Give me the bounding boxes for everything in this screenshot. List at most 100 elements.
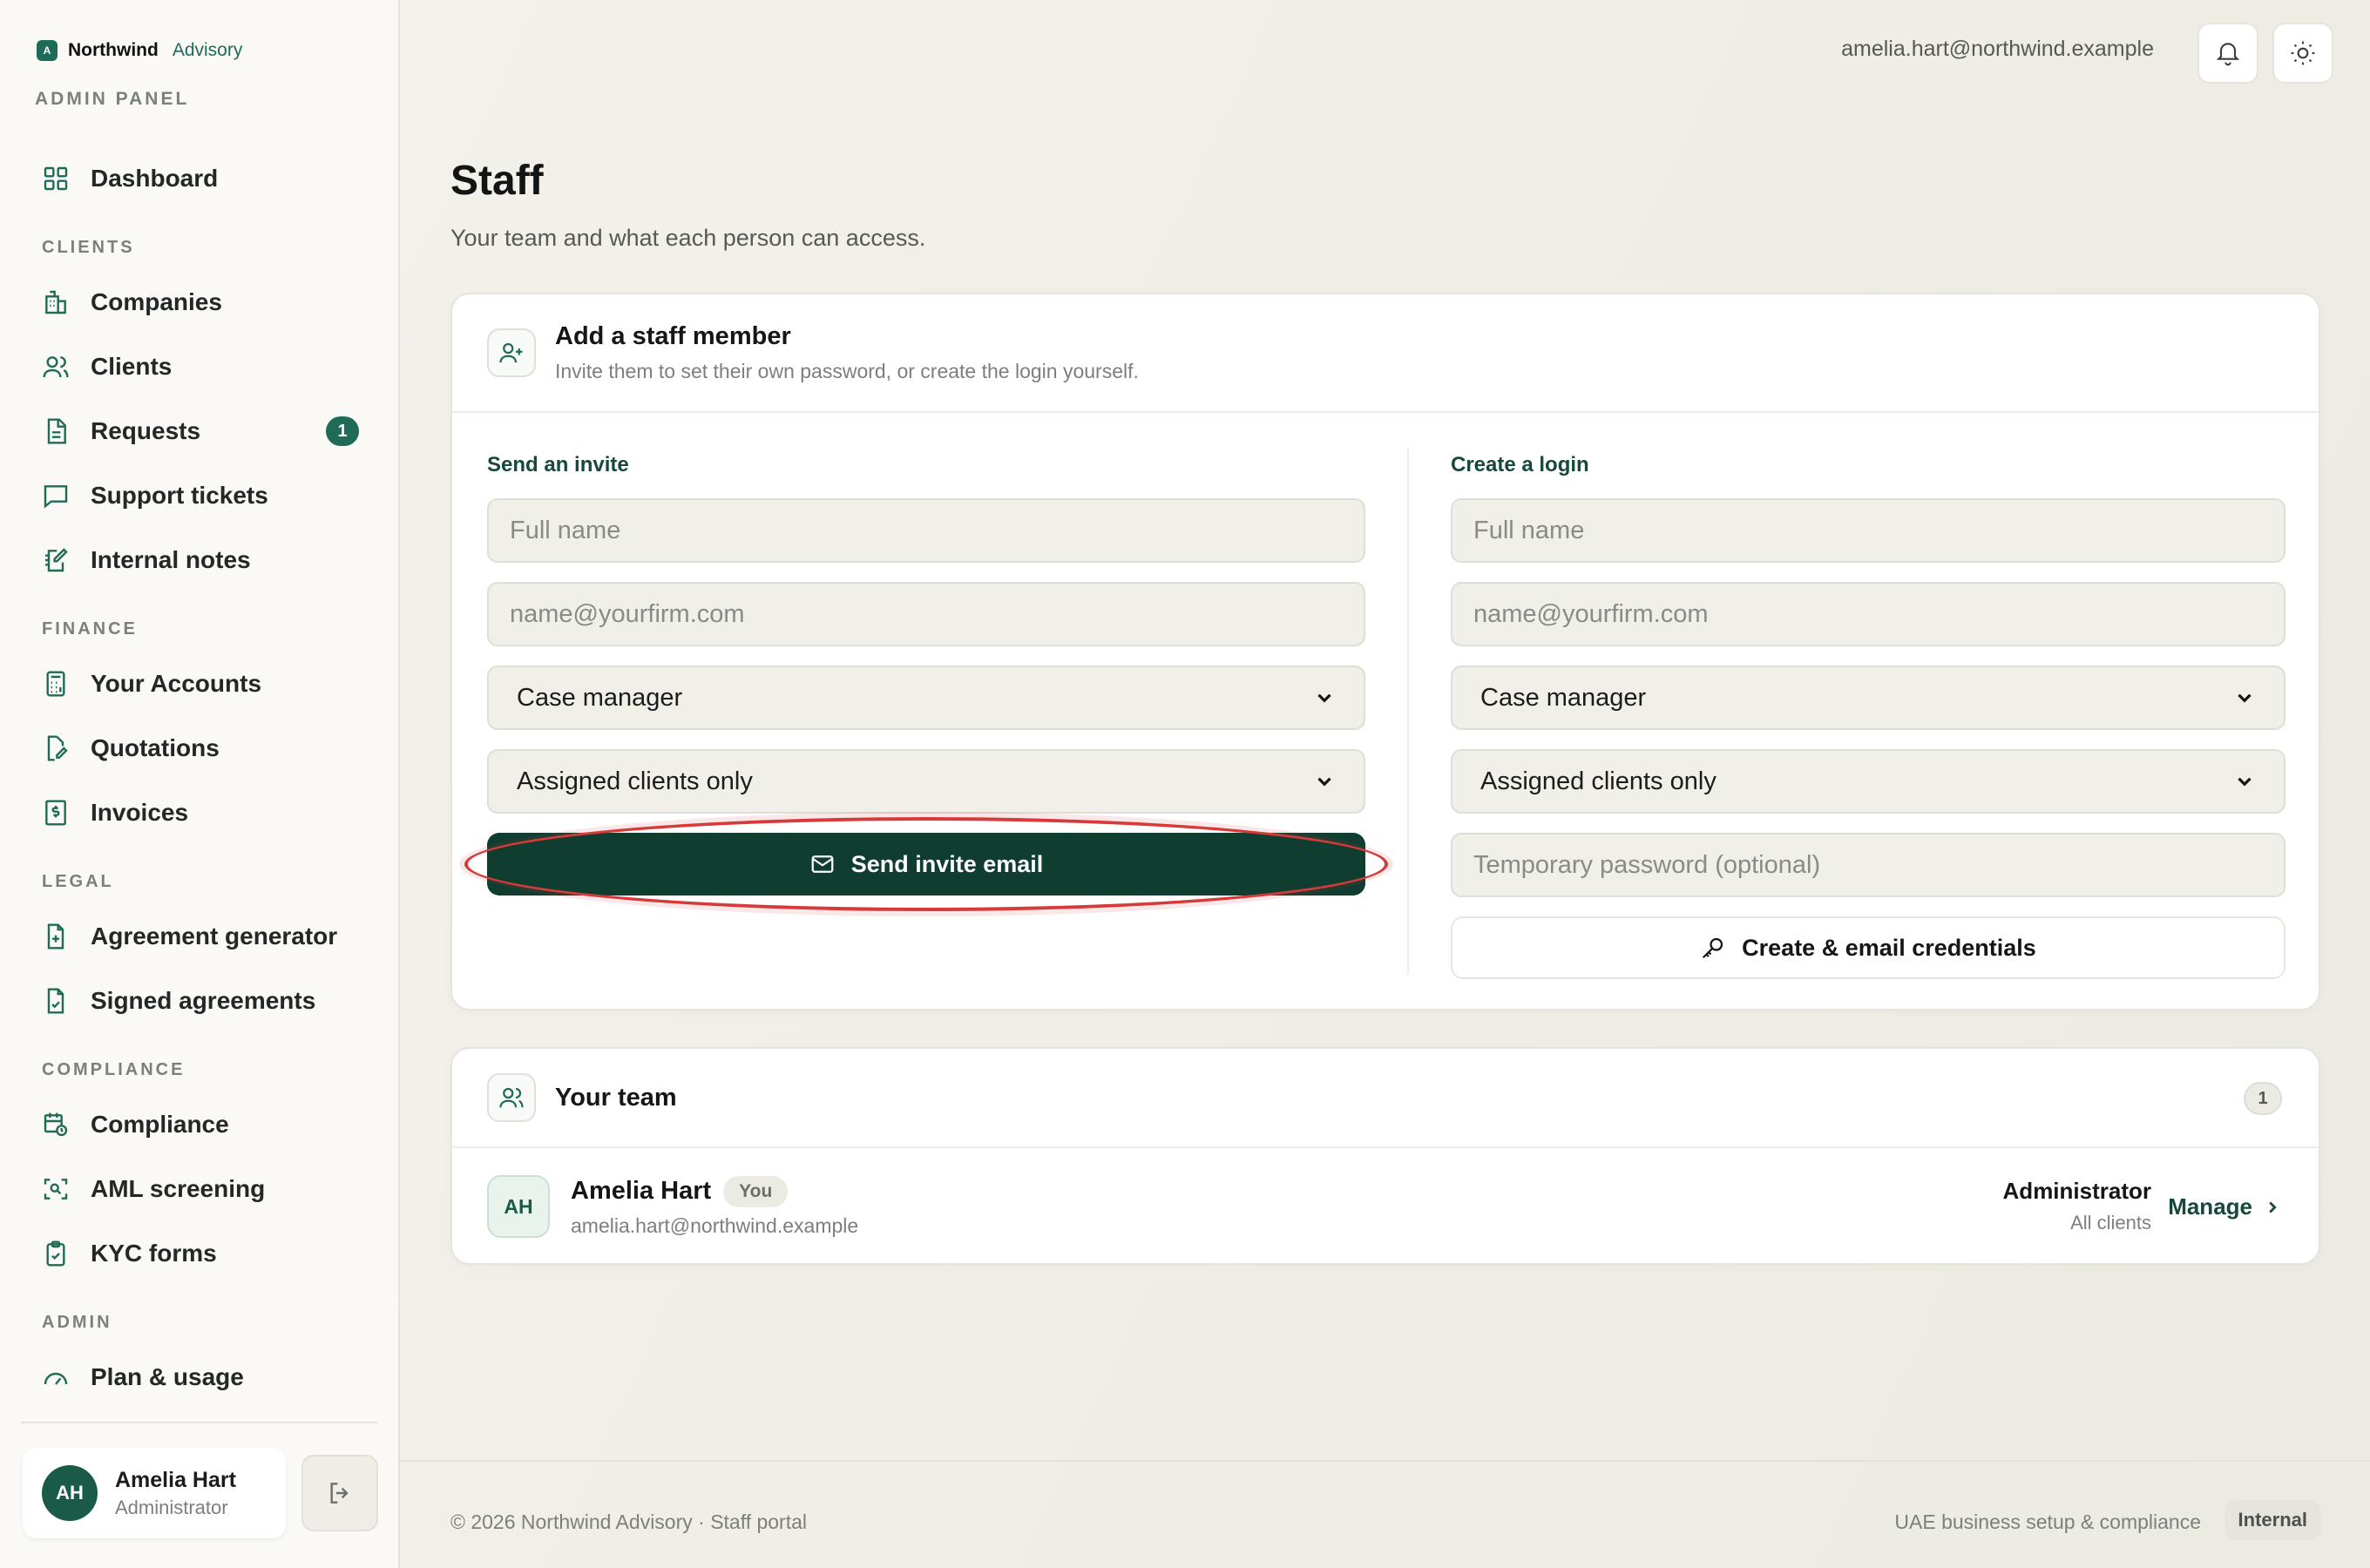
file-check-icon	[47, 988, 64, 1014]
sidebar-item-requests[interactable]: Requests 1	[26, 399, 375, 463]
sidebar-item-compliance[interactable]: Compliance	[26, 1092, 375, 1157]
sidebar-item-agreement-generator[interactable]: Agreement generator	[26, 904, 375, 969]
current-user-card[interactable]: AH Amelia Hart Administrator	[23, 1448, 286, 1538]
sidebar-item-clients[interactable]: Clients	[26, 335, 375, 399]
panel-label: ADMIN PANEL	[35, 89, 190, 109]
nav-section-compliance: COMPLIANCE	[42, 1060, 186, 1079]
brand-name: Northwind	[68, 40, 159, 60]
send-invite-title: Send an invite	[487, 453, 629, 476]
sidebar-item-label: Companies	[91, 288, 222, 315]
team-card-header: Your team 1	[452, 1049, 2319, 1148]
temporary-password-input[interactable]	[1451, 833, 2285, 897]
invite-email-input[interactable]	[487, 582, 1365, 646]
internal-badge: Internal	[2224, 1500, 2321, 1540]
sidebar-item-support-tickets[interactable]: Support tickets	[26, 463, 375, 528]
logout-icon	[330, 1483, 349, 1504]
clipboard-check-icon	[46, 1240, 65, 1267]
building-icon	[45, 290, 66, 314]
scan-icon	[44, 1179, 68, 1200]
send-invite-button[interactable]: Send invite email	[464, 817, 1388, 911]
select-value: Assigned clients only	[517, 767, 753, 795]
invoice-dollar-icon	[45, 800, 66, 826]
theme-toggle-button[interactable]	[2272, 23, 2333, 84]
login-full-name-input[interactable]	[1451, 498, 2285, 563]
avatar: AH	[42, 1465, 98, 1521]
sidebar-item-label: Clients	[91, 353, 173, 380]
button-label: Manage	[2168, 1193, 2252, 1220]
user-info: Amelia Hart Administrator	[115, 1468, 236, 1519]
you-badge: You	[723, 1175, 789, 1207]
sidebar-item-label: Signed agreements	[91, 987, 316, 1014]
logout-button[interactable]	[301, 1455, 378, 1531]
select-value: Assigned clients only	[1480, 767, 1717, 795]
sidebar-item-label: Invoices	[91, 799, 189, 826]
team-icon-box	[487, 1073, 536, 1122]
footer-copyright: © 2026 Northwind Advisory · Staff portal	[450, 1511, 808, 1533]
team-title: Your team	[555, 1083, 677, 1112]
sidebar-item-signed-agreements[interactable]: Signed agreements	[26, 969, 375, 1033]
sun-icon	[2291, 41, 2315, 65]
chevron-right-icon	[2269, 1201, 2277, 1213]
sidebar-item-dashboard[interactable]: Dashboard	[26, 146, 375, 211]
invite-access-select[interactable]: Assigned clients only	[487, 749, 1365, 814]
login-email-input[interactable]	[1451, 582, 2285, 646]
chevron-down-icon	[1317, 693, 1331, 703]
sidebar-item-quotations[interactable]: Quotations	[26, 716, 375, 781]
chevron-down-icon	[2238, 777, 2252, 787]
chat-bubble-icon	[44, 485, 68, 509]
invite-full-name-input[interactable]	[487, 498, 1365, 563]
add-staff-card: Add a staff member Invite them to set th…	[450, 293, 2320, 1010]
login-role-select[interactable]: Case manager	[1451, 666, 2285, 730]
sidebar-item-label: Requests	[91, 417, 201, 444]
sidebar-item-label: AML screening	[91, 1175, 266, 1202]
sidebar-item-label: Your Accounts	[91, 670, 262, 697]
create-login-column: Create a login Case manager Assigned cli…	[1451, 453, 2285, 979]
sidebar-item-label: Internal notes	[91, 546, 251, 573]
add-staff-card-header: Add a staff member Invite them to set th…	[452, 294, 2319, 413]
sidebar-item-internal-notes[interactable]: Internal notes	[26, 528, 375, 592]
sidebar-item-kyc-forms[interactable]: KYC forms	[26, 1221, 375, 1286]
sidebar-item-aml-screening[interactable]: AML screening	[26, 1157, 375, 1221]
login-access-select[interactable]: Assigned clients only	[1451, 749, 2285, 814]
file-plus-icon	[47, 923, 64, 950]
user-role: Administrator	[115, 1496, 228, 1518]
brand-logo[interactable]: A Northwind Advisory	[37, 40, 242, 61]
sidebar-nav: Dashboard CLIENTS Companies Clients Requ…	[26, 146, 375, 1409]
sidebar-item-label: Agreement generator	[91, 923, 338, 950]
nav-section-clients: CLIENTS	[42, 238, 135, 257]
create-credentials-button[interactable]: Create & email credentials	[1451, 916, 2285, 979]
column-divider	[1407, 448, 1409, 974]
select-value: Case manager	[517, 683, 683, 712]
gauge-icon	[44, 1372, 68, 1385]
sidebar-item-your-accounts[interactable]: Your Accounts	[26, 652, 375, 716]
notifications-button[interactable]	[2197, 23, 2258, 84]
team-count-badge: 1	[2244, 1082, 2282, 1115]
users-icon	[43, 356, 69, 378]
add-staff-title: Add a staff member	[555, 322, 791, 350]
sidebar-item-plan-usage[interactable]: Plan & usage	[26, 1345, 375, 1409]
button-label: Create & email credentials	[1742, 934, 2036, 961]
sidebar-item-companies[interactable]: Companies	[26, 270, 375, 335]
sidebar-item-invoices[interactable]: Invoices	[26, 781, 375, 845]
sidebar-item-label: Compliance	[91, 1111, 229, 1138]
sidebar: A Northwind Advisory ADMIN PANEL Dashboa…	[0, 0, 400, 1568]
chevron-down-icon	[1317, 777, 1331, 787]
select-value: Case manager	[1480, 683, 1647, 712]
member-role: Administrator	[2002, 1178, 2151, 1204]
send-invite-column: Send an invite Case manager Assigned cli…	[464, 453, 1388, 911]
page-title: Staff	[450, 158, 544, 204]
sidebar-item-label: KYC forms	[91, 1240, 217, 1267]
user-plus-icon	[499, 342, 523, 363]
invite-role-select[interactable]: Case manager	[487, 666, 1365, 730]
topbar-user-email: amelia.hart@northwind.example	[1841, 37, 2154, 61]
member-name-line: Amelia Hart You	[571, 1175, 858, 1207]
footer: © 2026 Northwind Advisory · Staff portal…	[400, 1460, 2370, 1568]
create-login-title: Create a login	[1451, 453, 1589, 476]
your-team-card: Your team 1 AH Amelia Hart You amelia.ha…	[450, 1047, 2320, 1265]
nav-section-finance: FINANCE	[42, 619, 138, 639]
sidebar-item-label: Dashboard	[91, 165, 219, 192]
user-name: Amelia Hart	[115, 1467, 236, 1492]
manage-member-button[interactable]: Manage	[2168, 1193, 2282, 1220]
table-row[interactable]: AH Amelia Hart You amelia.hart@northwind…	[452, 1148, 2319, 1265]
nav-section-legal: LEGAL	[42, 872, 114, 891]
